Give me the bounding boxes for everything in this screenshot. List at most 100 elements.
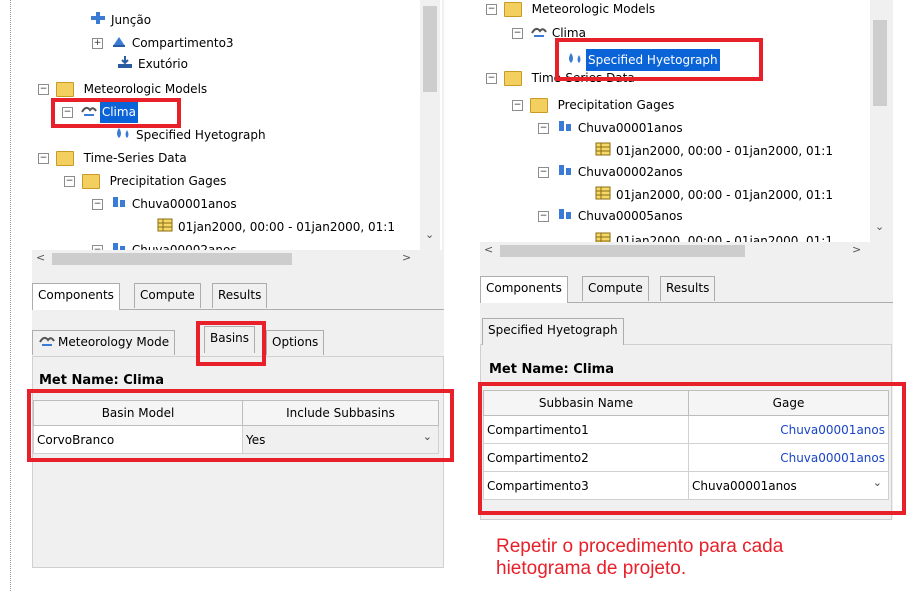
tab-label: Meteorology Mode	[58, 335, 170, 349]
gage-cell[interactable]: Chuva00001anos	[688, 443, 889, 472]
tab-specified-hyetograph[interactable]: Specified Hyetograph	[482, 318, 624, 345]
column-header-subbasin-name[interactable]: Subbasin Name	[483, 390, 689, 416]
tree-item-time-series-data[interactable]: − Time-Series Data	[486, 70, 637, 86]
raindrop-icon	[566, 50, 584, 72]
tree-label: Clima	[551, 25, 586, 40]
scroll-down-icon[interactable]: ⌄	[425, 228, 434, 241]
collapse-icon[interactable]: −	[486, 73, 497, 84]
scroll-down-icon[interactable]: ⌄	[875, 220, 884, 233]
table-row: CorvoBranco Yes ⌄	[33, 425, 439, 454]
tab-compute[interactable]: Compute	[134, 283, 201, 308]
right-tree-view[interactable]: − Meteorologic Models − Clima Specified …	[480, 0, 870, 242]
column-header-include-subbasins[interactable]: Include Subbasins	[242, 400, 439, 426]
tab-meteorology-model[interactable]: Meteorology Mode	[32, 330, 176, 355]
tree-item-time-window[interactable]: 01jan2000, 00:00 - 01jan2000, 01:1	[594, 230, 835, 242]
right-main-tabs: Components Compute Results	[480, 276, 893, 303]
collapse-icon[interactable]: −	[538, 211, 549, 222]
right-sub-tabs: Specified Hyetograph	[480, 318, 893, 345]
gage-cell[interactable]: Chuva00001anos	[688, 415, 889, 444]
right-panel: − Meteorologic Models − Clima Specified …	[480, 0, 893, 520]
tree-item-chuva00005anos[interactable]: − Chuva00005anos	[538, 205, 685, 227]
collapse-icon[interactable]: −	[92, 199, 103, 210]
tree-item-specified-hyetograph[interactable]: Specified Hyetograph	[114, 124, 268, 146]
tree-item-meteorologic-models[interactable]: − Meteorologic Models	[38, 78, 209, 100]
tree-label: Specified Hyetograph	[586, 49, 720, 71]
tree-label: Time-Series Data	[531, 71, 635, 85]
chevron-down-icon[interactable]: ⌄	[873, 476, 882, 489]
right-horizontal-scrollbar[interactable]: < >	[480, 242, 870, 260]
scroll-thumb[interactable]	[52, 253, 292, 265]
tree-item-clima[interactable]: − Clima	[62, 101, 138, 123]
collapse-icon[interactable]: −	[538, 123, 549, 134]
tab-basins[interactable]: Basins	[204, 326, 256, 353]
collapse-icon[interactable]: −	[64, 176, 75, 187]
basin-model-cell[interactable]: CorvoBranco	[33, 425, 243, 454]
subbasin-name-cell[interactable]: Compartimento3	[483, 471, 689, 500]
tree-item-chuva00002anos[interactable]: − Chuva00002anos	[92, 239, 239, 250]
collapse-icon[interactable]: −	[38, 84, 49, 95]
column-header-basin-model[interactable]: Basin Model	[33, 400, 243, 426]
collapse-icon[interactable]: −	[512, 100, 523, 111]
right-vertical-scrollbar[interactable]: ⌄	[870, 0, 890, 242]
scroll-right-icon[interactable]: >	[402, 251, 411, 264]
tab-options[interactable]: Options	[266, 330, 325, 355]
gage-select[interactable]: Chuva00001anos ⌄	[688, 471, 889, 500]
scroll-left-icon[interactable]: <	[36, 251, 45, 264]
tree-item-chuva00001anos[interactable]: − Chuva00001anos	[92, 193, 239, 215]
collapse-icon[interactable]: −	[538, 167, 549, 178]
instruction-note: Repetir o procedimento para cada hietogr…	[496, 536, 784, 579]
tab-results[interactable]: Results	[660, 276, 716, 301]
tree-item-time-window[interactable]: 01jan2000, 00:00 - 01jan2000, 01:1	[594, 140, 835, 162]
chevron-down-icon[interactable]: ⌄	[423, 430, 432, 443]
left-horizontal-scrollbar[interactable]: < >	[32, 250, 420, 268]
tree-item-precipitation-gages[interactable]: − Precipitation Gages	[64, 170, 228, 192]
tab-results[interactable]: Results	[212, 283, 268, 308]
collapse-icon[interactable]: −	[512, 27, 523, 39]
collapse-icon[interactable]: −	[38, 153, 49, 164]
tree-label: 01jan2000, 00:00 - 01jan2000, 01:1	[178, 220, 395, 234]
tree-item-time-window[interactable]: 01jan2000, 00:00 - 01jan2000, 01:1	[594, 184, 835, 206]
expand-icon[interactable]: +	[92, 38, 103, 49]
tree-item-meteorologic-models[interactable]: − Meteorologic Models	[486, 2, 657, 17]
left-panel: Junção + Compartimento3 Exutório − Meteo…	[32, 0, 444, 568]
tree-item-juncao[interactable]: Junção	[89, 9, 153, 31]
scroll-left-icon[interactable]: <	[484, 243, 493, 256]
tree-item-clima[interactable]: − Clima	[512, 24, 588, 40]
tree-item-precipitation-gages[interactable]: − Precipitation Gages	[512, 94, 676, 116]
left-vertical-scrollbar[interactable]: ⌄	[420, 0, 440, 250]
scroll-right-icon[interactable]: >	[852, 243, 861, 256]
tree-item-chuva00001anos[interactable]: − Chuva00001anos	[538, 117, 685, 139]
column-header-gage[interactable]: Gage	[688, 390, 889, 416]
tab-components[interactable]: Components	[480, 276, 568, 303]
collapse-icon[interactable]: −	[62, 107, 73, 118]
met-name-label: Met Name: Clima	[489, 362, 615, 377]
scroll-thumb[interactable]	[500, 245, 745, 257]
gage-icon	[556, 162, 574, 184]
table-icon	[156, 217, 174, 239]
table-icon	[594, 185, 612, 207]
scroll-thumb[interactable]	[423, 6, 437, 92]
left-content-area: Met Name: Clima Basin Model Include Subb…	[32, 356, 444, 568]
tree-label: Meteorologic Models	[531, 2, 656, 16]
sink-icon	[116, 54, 134, 76]
left-tree-view[interactable]: Junção + Compartimento3 Exutório − Meteo…	[32, 0, 442, 250]
tab-components[interactable]: Components	[32, 283, 120, 310]
tree-item-time-window[interactable]: 01jan2000, 00:00 - 01jan2000, 01:1	[156, 216, 397, 238]
subbasin-name-cell[interactable]: Compartimento2	[483, 443, 689, 472]
tree-item-exutorio[interactable]: Exutório	[116, 53, 190, 75]
collapse-icon[interactable]: −	[486, 4, 497, 15]
tree-label: Compartimento3	[131, 36, 234, 50]
tree-item-chuva00002anos[interactable]: − Chuva00002anos	[538, 161, 685, 183]
tree-item-specified-hyetograph[interactable]: Specified Hyetograph	[566, 49, 720, 71]
table-icon	[594, 231, 612, 242]
tree-label: Clima	[99, 101, 138, 123]
subbasin-name-cell[interactable]: Compartimento1	[483, 415, 689, 444]
raindrop-icon	[114, 125, 132, 147]
tree-item-compartimento3[interactable]: + Compartimento3	[92, 32, 236, 54]
tab-compute[interactable]: Compute	[582, 276, 649, 301]
include-subbasins-select[interactable]: Yes ⌄	[242, 425, 439, 454]
tree-label: Meteorologic Models	[83, 82, 208, 96]
scroll-thumb[interactable]	[873, 20, 887, 106]
tree-label: 01jan2000, 00:00 - 01jan2000, 01:1	[616, 234, 833, 242]
tree-item-time-series-data[interactable]: − Time-Series Data	[38, 147, 189, 169]
